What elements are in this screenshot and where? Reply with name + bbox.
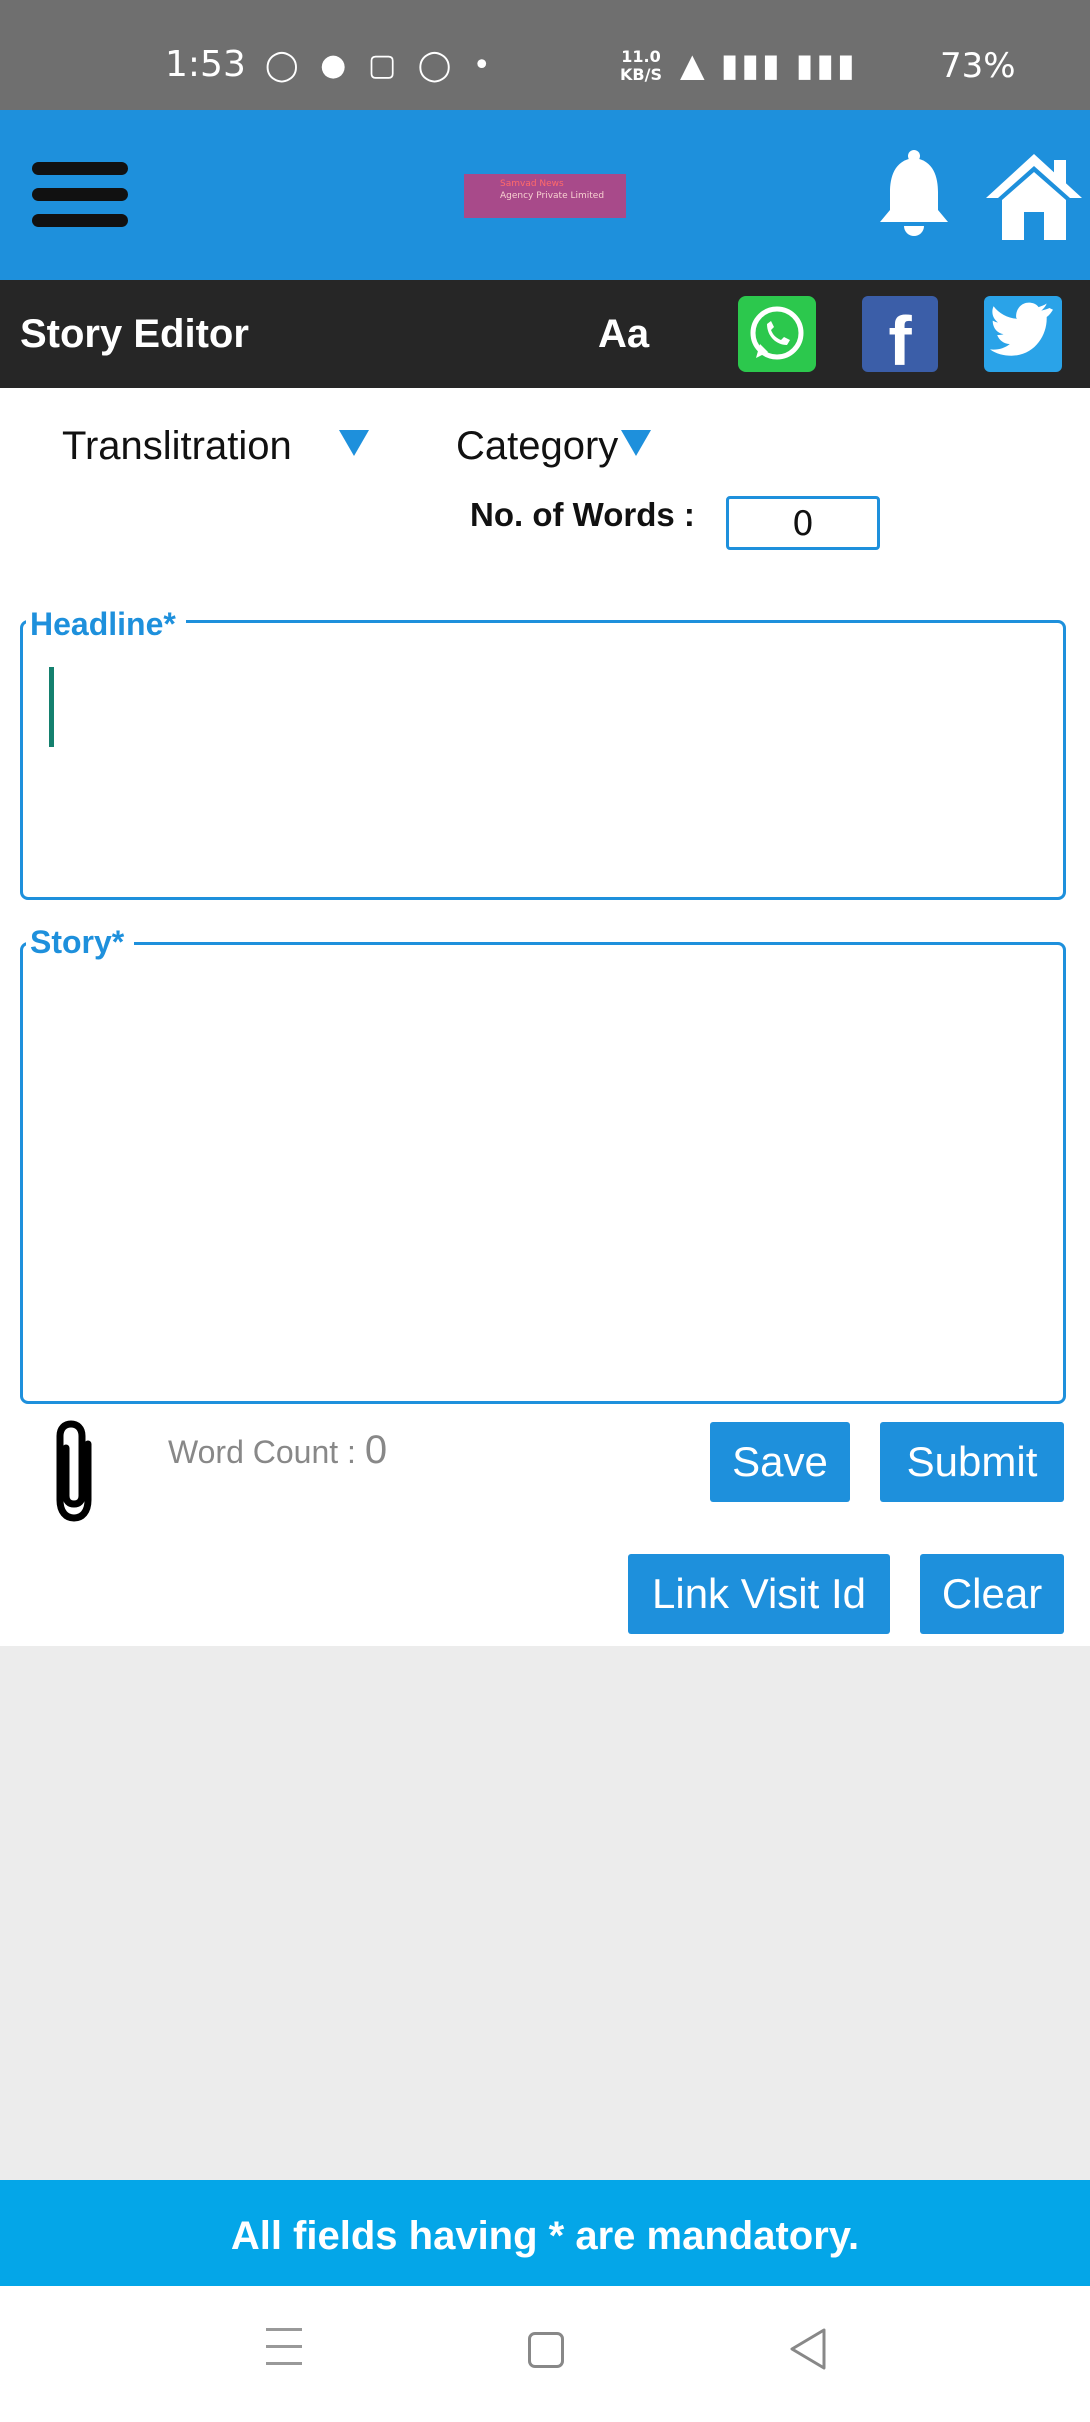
brand-logo: Samvad News Agency Private Limited xyxy=(464,174,626,218)
menu-icon[interactable] xyxy=(32,162,128,228)
whatsapp-share-button[interactable] xyxy=(738,296,816,372)
word-count-value: 0 xyxy=(364,1428,388,1472)
logo-line-1: Samvad News xyxy=(500,179,564,189)
transliteration-chevron-down-icon[interactable] xyxy=(339,430,369,456)
facebook-icon: f xyxy=(888,302,912,372)
headline-field[interactable] xyxy=(20,620,1066,900)
story-form: Translitration Category No. of Words : 0… xyxy=(0,388,1090,1646)
signal-icons: ▲ ▮▮▮ ▮▮▮ xyxy=(680,46,858,84)
link-visit-id-button[interactable]: Link Visit Id xyxy=(628,1554,890,1634)
text-cursor xyxy=(49,667,54,747)
category-dropdown[interactable]: Category xyxy=(456,424,618,469)
logo-line-2: Agency Private Limited xyxy=(500,191,605,201)
app-bar: Samvad News Agency Private Limited xyxy=(0,110,1090,280)
word-count: Word Count : 0 xyxy=(168,1428,387,1473)
twitter-icon xyxy=(990,302,1053,356)
network-speed-value: 11.0 xyxy=(621,47,661,66)
paperclip-icon[interactable] xyxy=(38,1414,110,1526)
status-bar: 1:53 ◯ ● ▢ ◯ • 11.0 KB/S ▲ ▮▮▮ ▮▮▮ 73% xyxy=(0,0,1090,110)
page-title: Story Editor xyxy=(20,312,249,356)
network-speed-unit: KB/S xyxy=(620,65,662,84)
words-count-label: No. of Words : xyxy=(470,496,695,533)
home-nav-icon[interactable] xyxy=(528,2332,564,2368)
category-chevron-down-icon[interactable] xyxy=(621,430,651,456)
words-count-value: 0 xyxy=(726,496,880,550)
save-button[interactable]: Save xyxy=(710,1422,850,1502)
notification-icons: ◯ ● ▢ ◯ • xyxy=(265,48,497,83)
clear-button[interactable]: Clear xyxy=(920,1554,1064,1634)
story-label: Story* xyxy=(26,924,135,961)
home-icon[interactable] xyxy=(984,150,1084,242)
battery-level: 73% xyxy=(940,46,1016,86)
headline-label: Headline* xyxy=(26,606,186,643)
network-speed: 11.0 KB/S xyxy=(620,48,662,84)
recent-apps-icon[interactable] xyxy=(266,2328,302,2374)
story-field[interactable] xyxy=(20,942,1066,1404)
submit-button[interactable]: Submit xyxy=(880,1422,1064,1502)
facebook-share-button[interactable]: f xyxy=(862,296,938,372)
back-icon[interactable] xyxy=(786,2326,830,2372)
status-time: 1:53 xyxy=(165,44,246,85)
word-count-label: Word Count : xyxy=(168,1434,356,1470)
font-size-button[interactable]: Aa xyxy=(598,312,649,357)
mandatory-fields-note: All fields having * are mandatory. xyxy=(0,2180,1090,2286)
whatsapp-icon xyxy=(750,306,804,360)
transliteration-dropdown[interactable]: Translitration xyxy=(62,424,292,469)
twitter-share-button[interactable] xyxy=(984,296,1062,372)
bell-icon[interactable] xyxy=(874,148,954,240)
system-nav-bar xyxy=(0,2286,1090,2422)
